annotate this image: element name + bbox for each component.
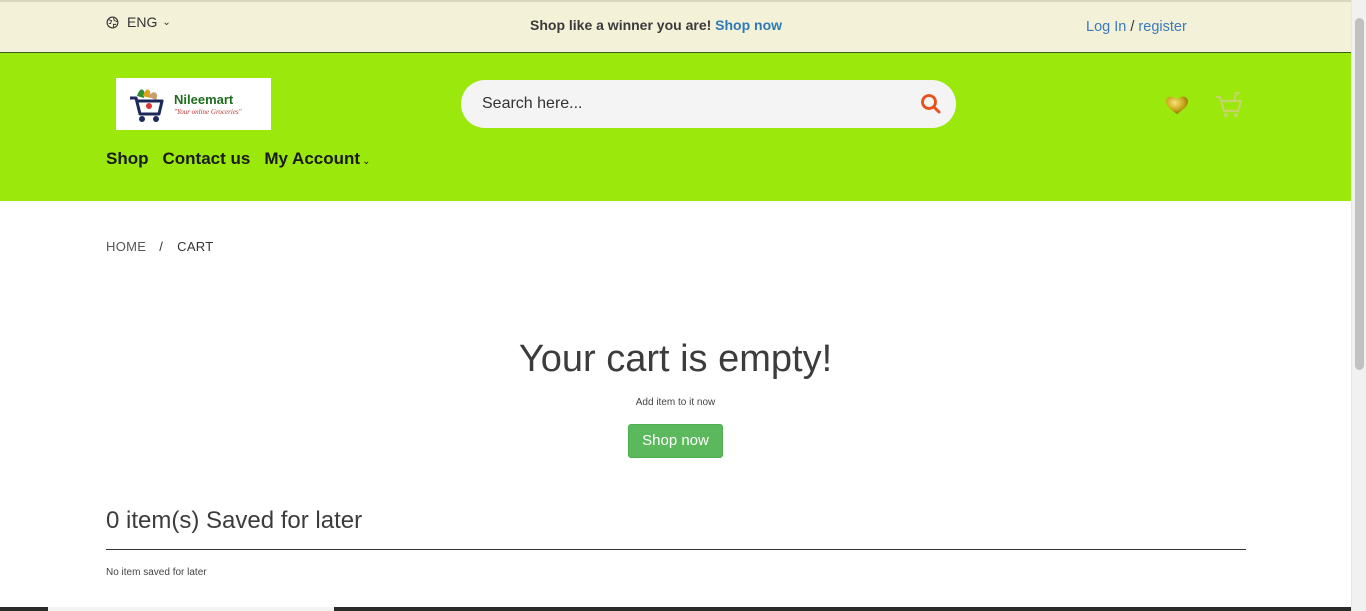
saved-for-later-title: 0 item(s) Saved for later bbox=[106, 507, 363, 534]
breadcrumb-separator: / bbox=[159, 239, 164, 254]
chevron-down-icon: ⌄ bbox=[162, 16, 171, 28]
nav-my-account-label: My Account bbox=[264, 149, 361, 168]
login-link[interactable]: Log In bbox=[1086, 19, 1126, 35]
heart-icon[interactable] bbox=[1164, 94, 1190, 116]
search-input[interactable] bbox=[482, 95, 902, 113]
nav-my-account[interactable]: My Account ⌄ bbox=[264, 149, 370, 169]
promo-shop-now-link[interactable]: Shop now bbox=[715, 17, 782, 33]
nav-contact-us[interactable]: Contact us bbox=[163, 149, 251, 169]
globe-icon bbox=[106, 16, 119, 28]
bottom-edge-gap bbox=[48, 607, 334, 611]
empty-cart-subtitle: Add item to it now bbox=[635, 397, 716, 408]
language-label: ENG bbox=[127, 14, 158, 30]
nav-shop[interactable]: Shop bbox=[106, 149, 149, 169]
register-link[interactable]: register bbox=[1138, 19, 1186, 35]
promo-text: Shop like a winner you are! bbox=[530, 17, 712, 33]
logo-name: Nileemart bbox=[174, 91, 234, 107]
auth-separator: / bbox=[1130, 19, 1135, 35]
promo-banner: Shop like a winner you are! Shop now bbox=[530, 17, 782, 33]
bottom-edge bbox=[0, 607, 1351, 611]
breadcrumb-home[interactable]: HOME bbox=[106, 239, 146, 254]
main-header: Nileemart "Your online Groceries" Search… bbox=[0, 53, 1351, 201]
logo-tagline: "Your online Groceries" bbox=[174, 107, 242, 116]
auth-links: Log In / register bbox=[1086, 19, 1187, 35]
site-logo[interactable]: Nileemart "Your online Groceries" bbox=[116, 78, 271, 130]
shop-now-button[interactable]: Shop now bbox=[628, 424, 723, 458]
logo-cart-icon bbox=[130, 89, 164, 122]
top-bar: ENG ⌄ Shop like a winner you are! Shop n… bbox=[0, 0, 1351, 53]
chevron-down-icon: ⌄ bbox=[362, 156, 371, 167]
scrollbar[interactable] bbox=[1351, 0, 1366, 611]
search-icon[interactable] bbox=[920, 93, 942, 115]
breadcrumb-current: CART bbox=[177, 239, 214, 254]
logo-text: Nileemart "Your online Groceries" bbox=[174, 93, 242, 116]
saved-empty-message: No item saved for later bbox=[106, 567, 207, 578]
breadcrumb: HOME / CART bbox=[106, 239, 213, 254]
cart-icon[interactable] bbox=[1214, 91, 1244, 119]
empty-cart-title: Your cart is empty! bbox=[518, 338, 833, 380]
language-selector[interactable]: ENG ⌄ bbox=[106, 14, 171, 30]
page: ENG ⌄ Shop like a winner you are! Shop n… bbox=[0, 0, 1366, 611]
search-bar bbox=[461, 80, 956, 128]
main-nav: Shop Contact us My Account ⌄ bbox=[106, 149, 370, 169]
scrollbar-thumb[interactable] bbox=[1355, 18, 1364, 370]
divider bbox=[106, 549, 1246, 550]
